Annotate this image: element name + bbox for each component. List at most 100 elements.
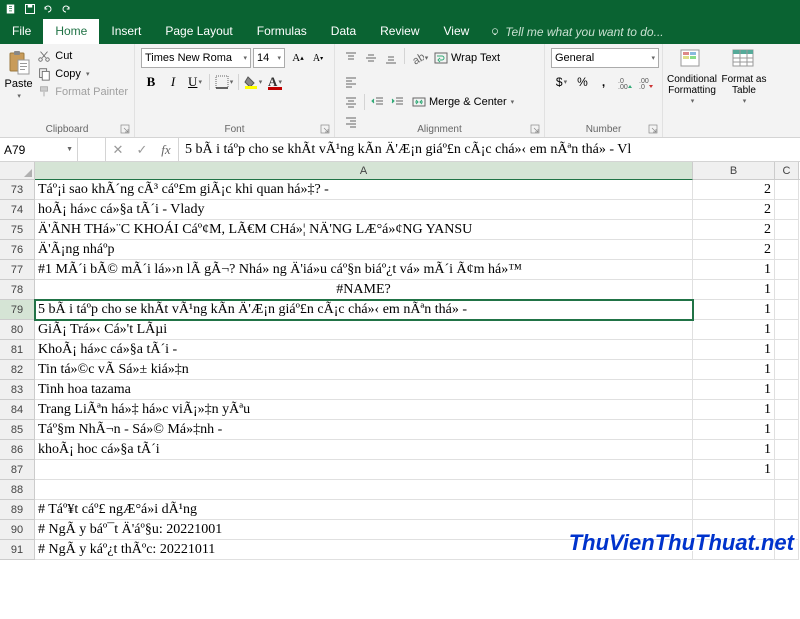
row-header[interactable]: 88 (0, 480, 35, 500)
cell[interactable]: 1 (693, 280, 775, 300)
cell[interactable] (775, 420, 799, 440)
row-header[interactable]: 78 (0, 280, 35, 300)
italic-button[interactable]: I (163, 72, 183, 92)
name-box[interactable]: A79▼ (0, 138, 78, 161)
select-all-corner[interactable] (0, 162, 35, 179)
cell[interactable] (35, 460, 693, 480)
col-header-B[interactable]: B (693, 162, 775, 179)
dialog-launcher-icon[interactable] (320, 124, 330, 134)
dialog-launcher-icon[interactable] (120, 124, 130, 134)
cell[interactable]: # Táº¥t cáº£ ngÆ°á»i dÃ¹ng (35, 500, 693, 520)
accounting-format-button[interactable]: $▾ (551, 72, 572, 92)
cell[interactable] (775, 460, 799, 480)
conditional-formatting-button[interactable]: Conditional Formatting ▾ (667, 48, 717, 137)
redo-icon[interactable] (60, 3, 72, 15)
cell[interactable] (775, 440, 799, 460)
underline-button[interactable]: U▾ (185, 72, 205, 92)
cell[interactable] (775, 280, 799, 300)
cell[interactable]: Táº¡i sao khÃ´ng cÃ³ cáº£m giÃ¡c khi qua… (35, 180, 693, 200)
number-format-select[interactable]: General▾ (551, 48, 659, 68)
comma-format-button[interactable]: , (593, 72, 614, 92)
cut-button[interactable]: Cut (35, 48, 130, 64)
formula-input[interactable]: 5 bÃ i táº­p cho se khÃ­t vÃ¹ng kÃ­n Ä'Æ… (179, 138, 800, 161)
cell[interactable]: 1 (693, 300, 775, 320)
cancel-formula-button[interactable]: ✕ (106, 142, 130, 158)
decrease-indent-button[interactable] (368, 92, 388, 112)
cell[interactable] (775, 220, 799, 240)
percent-format-button[interactable]: % (572, 72, 593, 92)
format-as-table-button[interactable]: Format as Table ▾ (719, 48, 769, 137)
cell[interactable] (775, 260, 799, 280)
row-header[interactable]: 73 (0, 180, 35, 200)
paste-button[interactable]: Paste ▾ (4, 46, 33, 118)
cell[interactable] (775, 180, 799, 200)
insert-function-button[interactable]: fx (154, 142, 178, 158)
increase-font-button[interactable]: A▴ (289, 48, 307, 68)
cell[interactable] (775, 400, 799, 420)
cell[interactable]: 1 (693, 440, 775, 460)
cell[interactable]: 1 (693, 420, 775, 440)
merge-center-button[interactable]: Merge & Center▾ (412, 95, 514, 109)
cell[interactable]: 1 (693, 360, 775, 380)
decrease-font-button[interactable]: A▾ (309, 48, 327, 68)
cell[interactable] (775, 360, 799, 380)
cell[interactable]: 2 (693, 200, 775, 220)
row-header[interactable]: 74 (0, 200, 35, 220)
cell[interactable]: Táº§m NhÃ¬n - Sá»© Má»‡nh - (35, 420, 693, 440)
cell[interactable] (775, 200, 799, 220)
cell[interactable]: #NAME? (35, 280, 693, 300)
cell[interactable]: Ä'Ã¡ng nháº­p (35, 240, 693, 260)
cell[interactable]: 1 (693, 260, 775, 280)
row-header[interactable]: 85 (0, 420, 35, 440)
font-color-button[interactable]: A▾ (265, 72, 285, 92)
border-button[interactable]: ▾ (214, 72, 234, 92)
cell[interactable]: Ä'ÃNH THá»¨C KHOÁI Cáº¢M, LÃ€M CHá»¦ NÄ'… (35, 220, 693, 240)
cell[interactable]: 1 (693, 340, 775, 360)
align-bottom-button[interactable] (381, 48, 401, 68)
wrap-text-button[interactable]: Wrap Text (434, 48, 500, 68)
cell[interactable] (775, 320, 799, 340)
cell[interactable] (775, 500, 799, 520)
cell[interactable]: 5 bÃ i táº­p cho se khÃ­t vÃ¹ng kÃ­n Ä'Æ… (35, 300, 693, 320)
dialog-launcher-icon[interactable] (648, 124, 658, 134)
row-header[interactable]: 89 (0, 500, 35, 520)
row-header[interactable]: 75 (0, 220, 35, 240)
cell[interactable]: 1 (693, 320, 775, 340)
align-left-button[interactable] (341, 72, 361, 92)
increase-indent-button[interactable] (388, 92, 408, 112)
orientation-button[interactable]: ab▾ (408, 48, 430, 68)
cell[interactable]: 1 (693, 460, 775, 480)
tab-file[interactable]: File (0, 19, 43, 44)
row-header[interactable]: 82 (0, 360, 35, 380)
row-header[interactable]: 84 (0, 400, 35, 420)
cell[interactable] (693, 480, 775, 500)
cell[interactable]: KhoÃ¡ há»c cá»§a tÃ´i - (35, 340, 693, 360)
cell[interactable]: 1 (693, 380, 775, 400)
cell[interactable]: khoÃ¡ hoc cá»§a tÃ´i (35, 440, 693, 460)
align-top-button[interactable] (341, 48, 361, 68)
cell[interactable]: Trang LiÃªn há»‡ há»c viÃ¡»‡n yÃªu (35, 400, 693, 420)
row-header[interactable]: 76 (0, 240, 35, 260)
col-header-C[interactable]: C (775, 162, 799, 179)
row-header[interactable]: 90 (0, 520, 35, 540)
font-size-select[interactable]: 14▾ (253, 48, 285, 68)
row-header[interactable]: 91 (0, 540, 35, 560)
row-header[interactable]: 83 (0, 380, 35, 400)
format-painter-button[interactable]: Format Painter (35, 84, 130, 100)
save-icon[interactable] (24, 3, 36, 15)
cell[interactable] (693, 500, 775, 520)
tell-me-search[interactable]: Tell me what you want to do... (481, 20, 671, 44)
tab-data[interactable]: Data (319, 19, 368, 44)
cell[interactable]: 2 (693, 220, 775, 240)
cell[interactable] (775, 480, 799, 500)
increase-decimal-button[interactable]: .0.00 (614, 72, 635, 92)
cell[interactable]: hoÃ¡ há»c cá»§a tÃ´i - Vlady (35, 200, 693, 220)
undo-icon[interactable] (42, 3, 54, 15)
cell[interactable]: 2 (693, 180, 775, 200)
row-header[interactable]: 81 (0, 340, 35, 360)
cell[interactable] (35, 480, 693, 500)
fill-color-button[interactable]: ▾ (243, 72, 263, 92)
cell[interactable]: Tin tá»©c vÃ Sá»± kiá»‡n (35, 360, 693, 380)
tab-page-layout[interactable]: Page Layout (153, 19, 244, 44)
cell[interactable] (775, 300, 799, 320)
